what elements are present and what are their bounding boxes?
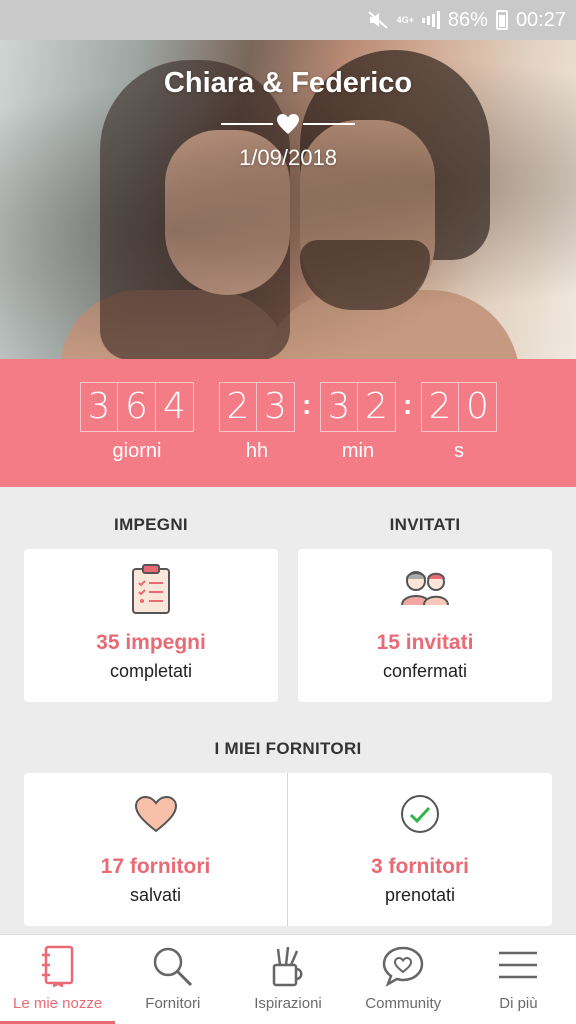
signal-icon	[421, 11, 440, 29]
bottom-nav: Le mie nozze Fornitori Ispirazioni Commu…	[0, 934, 576, 1024]
couple-photo[interactable]: Chiara & Federico 1/09/2018	[0, 40, 576, 359]
digit: 0	[459, 382, 497, 432]
battery-level: 86%	[447, 8, 488, 31]
seconds-label: s	[454, 440, 464, 462]
digit: 2	[219, 382, 257, 432]
fornitori-booked-count: 3 fornitori	[371, 855, 469, 878]
digit: 4	[156, 382, 194, 432]
digit: 6	[118, 382, 156, 432]
heart-icon	[134, 795, 178, 838]
clock: 00:27	[515, 8, 566, 31]
seconds-digits: 2 0	[421, 382, 497, 432]
nav-di-piu[interactable]: Di più	[461, 935, 576, 1024]
digit: 3	[320, 382, 358, 432]
digit: 3	[80, 382, 118, 432]
impegni-sub: completati	[109, 661, 193, 681]
notebook-icon	[40, 945, 76, 992]
nav-community[interactable]: Community	[346, 935, 461, 1024]
nav-le-mie-nozze[interactable]: Le mie nozze	[0, 935, 116, 1024]
nav-fornitori[interactable]: Fornitori	[115, 935, 230, 1024]
fornitori-saved-count: 17 fornitori	[100, 855, 211, 878]
nav-label: Di più	[499, 995, 538, 1012]
days-digits: 3 6 4	[80, 382, 194, 432]
days-label: giorni	[112, 440, 162, 462]
separator: :	[302, 389, 312, 420]
mute-icon	[367, 10, 389, 30]
fornitori-booked[interactable]: 3 fornitori prenotati	[288, 773, 552, 926]
fornitori-booked-sub: prenotati	[384, 885, 456, 905]
chat-heart-icon	[381, 945, 425, 992]
search-icon	[151, 945, 195, 994]
fornitori-saved-sub: salvati	[129, 885, 182, 905]
clipboard-icon	[131, 563, 171, 620]
impegni-count: 35 impegni	[96, 631, 206, 654]
nav-ispirazioni[interactable]: Ispirazioni	[230, 935, 345, 1024]
nav-label: Ispirazioni	[254, 995, 322, 1012]
network-type: 4G+	[396, 14, 414, 25]
nav-label: Le mie nozze	[12, 995, 103, 1012]
fornitori-saved[interactable]: 17 fornitori salvati	[24, 773, 287, 926]
minutes-digits: 3 2	[320, 382, 396, 432]
battery-icon	[495, 10, 508, 30]
heart-divider	[221, 113, 355, 135]
pencil-cup-icon	[270, 945, 306, 994]
digit: 3	[257, 382, 295, 432]
heart-icon	[277, 114, 299, 134]
guests-icon	[398, 567, 452, 612]
invitati-title: INVITATI	[389, 515, 461, 534]
wedding-date: 1/09/2018	[239, 145, 337, 170]
invitati-sub: confermati	[382, 661, 468, 681]
impegni-card[interactable]: 35 impegni completati	[24, 549, 278, 702]
menu-icon	[497, 945, 539, 990]
status-bar: 4G+ 86% 00:27	[0, 0, 576, 40]
digit: 2	[421, 382, 459, 432]
impegni-title: IMPEGNI	[114, 515, 188, 534]
fornitori-title: I MIEI FORNITORI	[214, 739, 362, 758]
invitati-count: 15 invitati	[376, 631, 474, 654]
invitati-card[interactable]: 15 invitati confermati	[298, 549, 552, 702]
nav-label: Community	[365, 995, 442, 1012]
couple-names: Chiara & Federico	[163, 67, 413, 99]
hours-digits: 2 3	[219, 382, 295, 432]
nav-label: Fornitori	[145, 995, 201, 1012]
separator: :	[403, 389, 413, 420]
countdown-banner: 3 6 4 2 3 : 3 2 : 2 0 giorni hh min s	[0, 359, 576, 487]
check-circle-icon	[399, 793, 441, 840]
digit: 2	[358, 382, 396, 432]
